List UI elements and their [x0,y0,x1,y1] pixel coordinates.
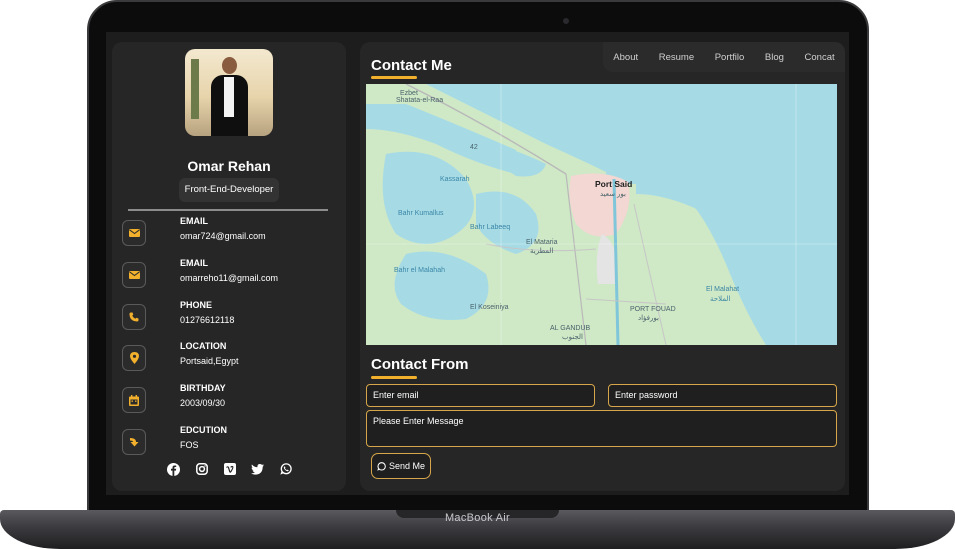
device-label: MacBook Air [444,512,511,524]
camera-icon [563,18,569,24]
contact-value: Portsaid,Egypt [180,356,239,366]
contact-label: PHONE [180,300,213,310]
email-field[interactable]: Enter email [366,384,595,407]
profile-name: Omar Rehan [187,158,271,174]
nav-portfolio[interactable]: Portfilo [715,52,745,63]
contact-value: FOS [180,440,199,450]
facebook-icon[interactable] [167,462,180,476]
nav-about[interactable]: About [613,52,638,63]
map-label-el-koseiniya: El Koseiniya [470,304,509,311]
map-label-el-malahat-ar: الملاحة [710,296,731,303]
instagram-icon[interactable] [195,463,208,476]
contact-label: EMAIL [180,216,208,226]
contact-item-phone: PHONE 01276612118 [112,300,346,336]
contact-value[interactable]: omarreho11@gmail.com [180,273,278,283]
location-map[interactable]: Ezbet Shatata-el-Raa 42 Kassarah Port Sa… [366,84,837,345]
screen: Omar Rehan Front-End-Developer EMAIL oma… [106,32,849,495]
map-label-road-42: 42 [470,144,478,151]
vimeo-icon[interactable] [223,463,236,476]
title-underline [371,76,417,79]
map-label-port-fouad: PORT FOUAD [630,306,676,313]
map-label-bahr-el-malahah: Bahr el Malahah [394,267,445,274]
contact-label: BIRTHDAY [180,383,226,393]
contact-item-location: LOCATION Portsaid,Egypt [112,341,346,377]
education-icon [122,429,146,455]
password-placeholder: Enter password [615,390,678,400]
map-pin-icon [122,345,146,371]
contact-value[interactable]: omar724@gmail.com [180,231,266,241]
avatar [185,49,273,136]
contact-label: EMAIL [180,258,208,268]
map-label-el-malahat: El Malahat [706,286,740,293]
whatsapp-icon[interactable] [279,463,292,476]
profile-role-badge: Front-End-Developer [179,178,279,202]
contact-item-email: EMAIL omar724@gmail.com [112,216,346,252]
social-links [167,462,292,476]
message-field[interactable]: Please Enter Message [366,410,837,447]
nav-contact[interactable]: Concat [805,52,835,63]
twitter-icon[interactable] [251,463,264,476]
phone-icon [122,304,146,330]
envelope-icon [122,220,146,246]
profile-sidebar: Omar Rehan Front-End-Developer EMAIL oma… [112,42,346,491]
title-underline [371,376,417,379]
contact-label: EDCUTION [180,425,227,435]
nav-blog[interactable]: Blog [765,52,784,63]
contact-item-birthday: BIRTHDAY 2003/09/30 [112,383,346,419]
contact-item-education: EDCUTION FOS [112,425,346,461]
map-label-port-fouad-ar: بورفؤاد [638,315,659,322]
email-placeholder: Enter email [373,390,419,400]
send-button[interactable]: Send Me [371,453,431,479]
contact-me-title: Contact Me [371,57,452,74]
sidebar-divider [128,209,328,211]
map-label-port-said-ar: بور سعيد [600,191,626,198]
map-label-shata: Shatata-el-Raa [396,97,444,104]
send-button-label: Send Me [388,461,426,471]
main-content: About Resume Portfilo Blog Concat Contac… [360,42,845,491]
map-label-kassarah: Kassarah [440,176,470,183]
map-label-ezbet: Ezbet [400,90,418,97]
nav-resume[interactable]: Resume [659,52,694,63]
contact-value: 2003/09/30 [180,398,226,408]
map-label-al-qanoub: AL GANDUB [550,325,591,332]
contact-form-title: Contact From [371,356,469,373]
map-label-bahr-labeeq: Bahr Labeeq [470,224,511,231]
map-label-port-said: Port Said [595,179,633,189]
contact-item-email-2: EMAIL omarreho11@gmail.com [112,258,346,294]
envelope-icon [122,262,146,288]
whatsapp-icon [377,461,386,471]
map-label-el-mataria: El Mataria [526,239,558,246]
map-label-al-qanoub-ar: الجنوب [562,334,583,341]
message-placeholder: Please Enter Message [373,416,464,426]
map-label-bahr-kumallus: Bahr Kumallus [398,210,444,217]
calendar-icon [122,387,146,413]
contact-label: LOCATION [180,341,227,351]
password-field[interactable]: Enter password [608,384,837,407]
top-navigation: About Resume Portfilo Blog Concat [603,42,845,72]
map-label-el-manasra: المطرية [530,248,554,255]
contact-value[interactable]: 01276612118 [180,315,234,325]
